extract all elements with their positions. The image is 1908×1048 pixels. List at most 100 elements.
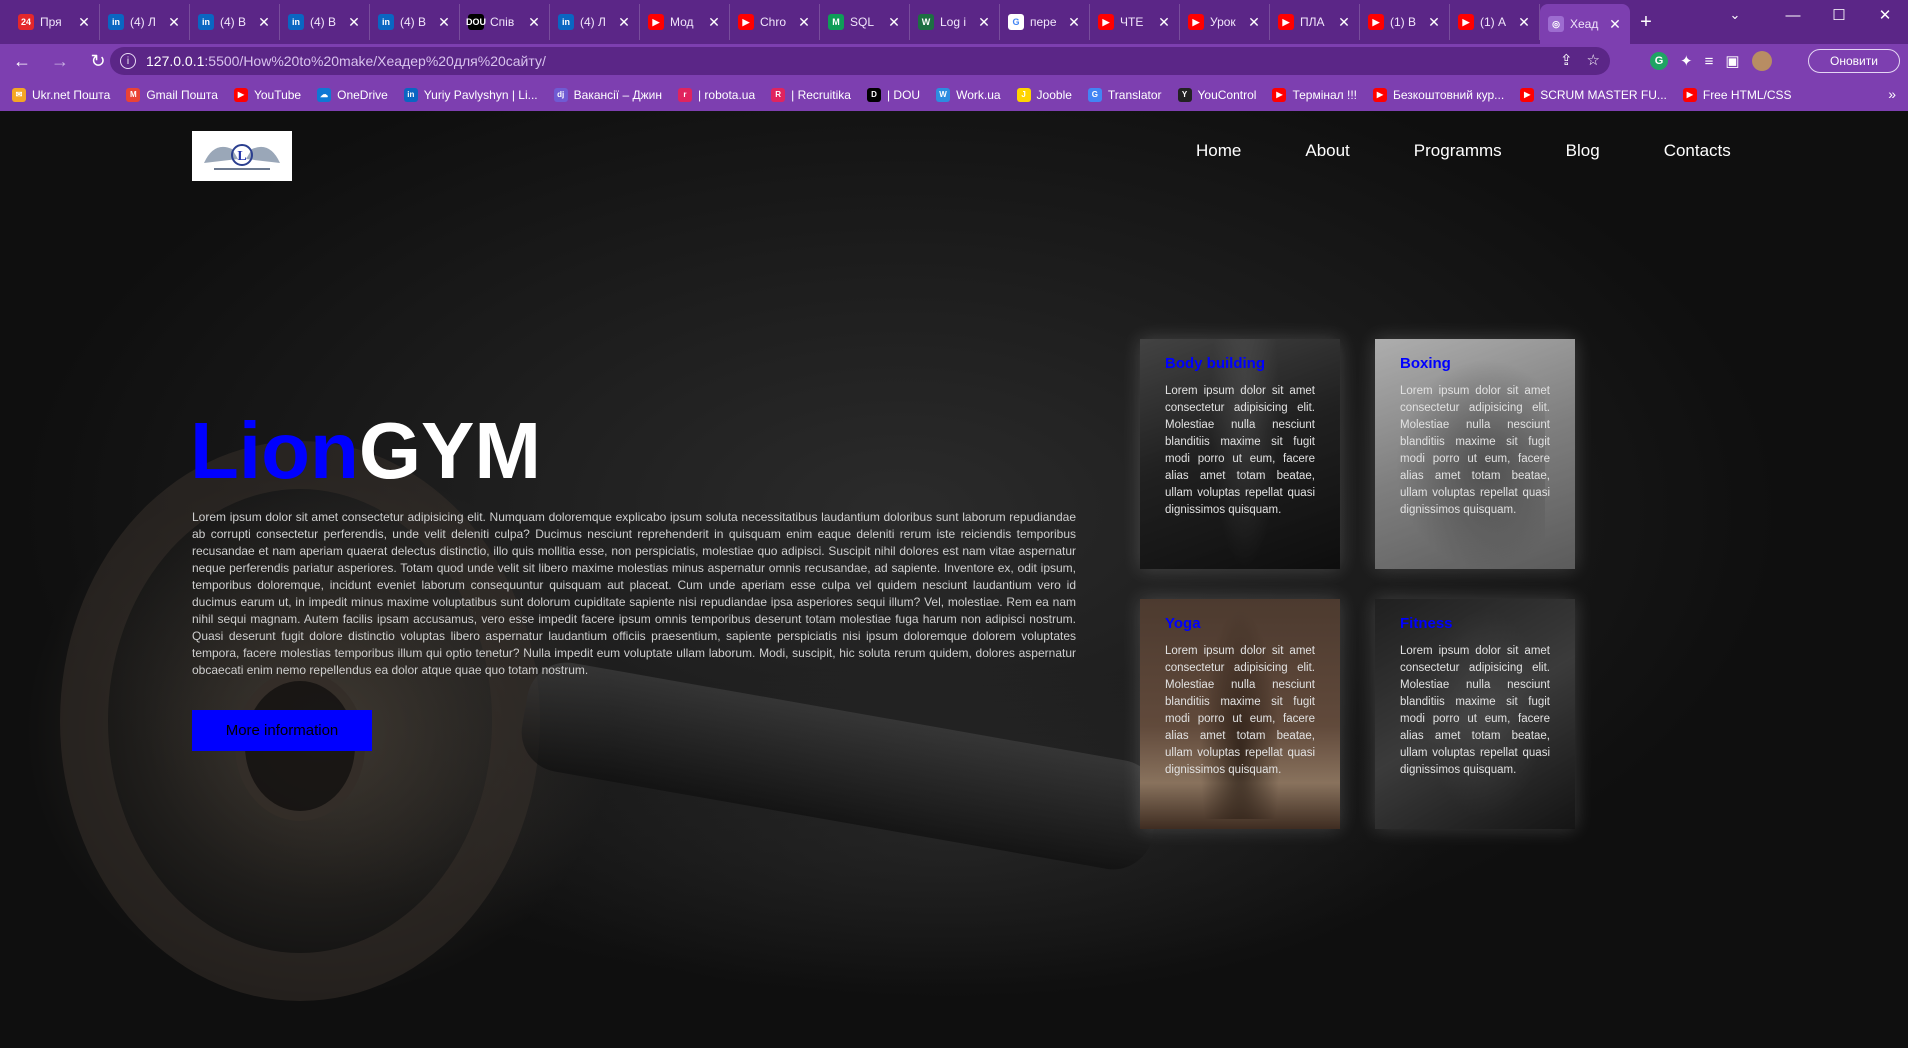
tab-close-icon[interactable]: ✕ — [1427, 14, 1441, 31]
tab-close-icon[interactable]: ✕ — [77, 14, 91, 31]
bookmark-item[interactable]: ☁ OneDrive — [317, 87, 388, 102]
tab[interactable]: ▶ Chro ✕ — [730, 4, 820, 40]
tab-title: (4) В — [310, 15, 337, 29]
bookmark-item[interactable]: ▶ Безкоштовний кур... — [1373, 87, 1504, 102]
grammarly-icon[interactable]: G — [1650, 52, 1668, 70]
tab-strip: 24 Пря ✕ in (4) Л ✕ in (4) В ✕ in (4) В ✕ in (4) В ✕ DO… — [0, 0, 1908, 44]
tab-close-icon[interactable]: ✕ — [617, 14, 631, 31]
tab-title: ПЛА — [1300, 15, 1325, 29]
tab[interactable]: in (4) Л ✕ — [100, 4, 190, 40]
tab[interactable]: ▶ (1) А ✕ — [1450, 4, 1540, 40]
tab[interactable]: ▶ (1) В ✕ — [1360, 4, 1450, 40]
card-fitness[interactable]: Fitness Lorem ipsum dolor sit amet conse… — [1375, 599, 1575, 829]
tab-close-icon[interactable]: ✕ — [1517, 14, 1531, 31]
tab-title: Log i — [940, 15, 967, 29]
tab[interactable]: ▶ Урок ✕ — [1180, 4, 1270, 40]
window-controls: — ☐ ✕ — [1770, 0, 1908, 30]
bookmark-item[interactable]: r | robota.ua — [677, 87, 755, 102]
bookmark-item[interactable]: ▶ Free HTML/CSS — [1682, 87, 1792, 102]
back-icon[interactable]: ← — [6, 45, 38, 77]
bookmark-favicon-icon: r — [677, 87, 692, 102]
tab[interactable]: ▶ ПЛА ✕ — [1270, 4, 1360, 40]
tab-close-icon[interactable]: ✕ — [797, 14, 811, 31]
tab-title: (4) Л — [130, 15, 156, 29]
bookmark-star-icon[interactable]: ☆ — [1587, 51, 1600, 69]
nav-contacts[interactable]: Contacts — [1664, 117, 1763, 185]
linkedin-icon: in — [378, 14, 394, 30]
tab[interactable]: ▶ ЧТЕ ✕ — [1090, 4, 1180, 40]
dou-icon: DOU — [466, 14, 486, 30]
tab-active[interactable]: ◎ Хеад ✕ — [1540, 4, 1630, 44]
nav-home[interactable]: Home — [1196, 117, 1273, 185]
tab-close-icon[interactable]: ✕ — [1067, 14, 1081, 31]
tab-close-icon[interactable]: ✕ — [1608, 16, 1622, 33]
tab[interactable]: in (4) Л ✕ — [550, 4, 640, 40]
minimize-icon[interactable]: — — [1770, 0, 1816, 30]
tab[interactable]: in (4) В ✕ — [280, 4, 370, 40]
side-panel-icon[interactable]: ▣ — [1725, 52, 1739, 70]
site-logo[interactable]: L — [192, 131, 292, 181]
bookmark-label: Термінал !!! — [1292, 87, 1357, 102]
tab-close-icon[interactable]: ✕ — [1157, 14, 1171, 31]
bookmark-label: Вакансії – Джин — [573, 87, 662, 102]
tab-close-icon[interactable]: ✕ — [347, 14, 361, 31]
nav-about[interactable]: About — [1305, 117, 1381, 185]
bookmarks-overflow-icon[interactable]: » — [1888, 86, 1896, 102]
bookmark-item[interactable]: Y YouControl — [1177, 87, 1256, 102]
more-information-button[interactable]: More information — [192, 710, 372, 751]
tab-close-icon[interactable]: ✕ — [1247, 14, 1261, 31]
bookmark-item[interactable]: ✉ Ukr.net Пошта — [12, 87, 110, 102]
bookmark-item[interactable]: W Work.ua — [936, 87, 1001, 102]
tab[interactable]: 24 Пря ✕ — [10, 4, 100, 40]
tab-search-chevron-icon[interactable]: ⌄ — [1712, 0, 1758, 30]
tab-close-icon[interactable]: ✕ — [167, 14, 181, 31]
bookmark-label: Free HTML/CSS — [1702, 87, 1792, 102]
share-icon[interactable]: ⇪ — [1560, 51, 1573, 69]
tab-close-icon[interactable]: ✕ — [707, 14, 721, 31]
tab[interactable]: W Log i ✕ — [910, 4, 1000, 40]
bookmark-item[interactable]: in Yuriy Pavlyshyn | Li... — [403, 87, 538, 102]
bookmark-item[interactable]: J Jooble — [1016, 87, 1072, 102]
tab-close-icon[interactable]: ✕ — [977, 14, 991, 31]
bookmark-item[interactable]: G Translator — [1087, 87, 1162, 102]
nav-blog[interactable]: Blog — [1566, 117, 1632, 185]
bookmark-item[interactable]: D | DOU — [866, 87, 920, 102]
card-body-building[interactable]: Body building Lorem ipsum dolor sit amet… — [1140, 339, 1340, 569]
tab-close-icon[interactable]: ✕ — [437, 14, 451, 31]
update-button[interactable]: Оновити — [1808, 49, 1900, 73]
card-boxing[interactable]: Boxing Lorem ipsum dolor sit amet consec… — [1375, 339, 1575, 569]
tab[interactable]: in (4) В ✕ — [370, 4, 460, 40]
tab[interactable]: ▶ Мод ✕ — [640, 4, 730, 40]
bookmark-item[interactable]: M Gmail Пошта — [126, 87, 218, 102]
tab-close-icon[interactable]: ✕ — [1337, 14, 1351, 31]
media-control-icon[interactable]: ≡ — [1705, 53, 1714, 70]
bookmark-label: Jooble — [1036, 87, 1072, 102]
card-yoga[interactable]: Yoga Lorem ipsum dolor sit amet consecte… — [1140, 599, 1340, 829]
close-window-icon[interactable]: ✕ — [1862, 0, 1908, 30]
nav-programms[interactable]: Programms — [1414, 117, 1534, 185]
bookmark-item[interactable]: R | Recruitika — [771, 87, 851, 102]
tab[interactable]: M SQL ✕ — [820, 4, 910, 40]
tab[interactable]: DOU Спів ✕ — [460, 4, 550, 40]
maximize-icon[interactable]: ☐ — [1816, 0, 1862, 30]
tab[interactable]: in (4) В ✕ — [190, 4, 280, 40]
bookmark-item[interactable]: ▶ Термінал !!! — [1272, 87, 1357, 102]
youtube-icon: ▶ — [738, 14, 754, 30]
site-info-icon[interactable]: i — [120, 53, 136, 69]
tab-close-icon[interactable]: ✕ — [527, 14, 541, 31]
bookmark-item[interactable]: ▶ YouTube — [233, 87, 301, 102]
extensions-puzzle-icon[interactable]: ✦ — [1680, 52, 1693, 70]
address-bar[interactable]: i 127.0.0.1:5500/How%20to%20make/Хеадер%… — [110, 47, 1610, 75]
tab-close-icon[interactable]: ✕ — [887, 14, 901, 31]
profile-avatar[interactable] — [1751, 51, 1772, 71]
bookmark-favicon-icon: dj — [553, 87, 568, 102]
tab-close-icon[interactable]: ✕ — [257, 14, 271, 31]
bookmark-item[interactable]: ▶ SCRUM MASTER FU... — [1520, 87, 1667, 102]
tab-title: (4) В — [400, 15, 427, 29]
forward-icon[interactable]: → — [44, 45, 76, 77]
tab[interactable]: Gпере ✕ — [1000, 4, 1090, 40]
bookmark-item[interactable]: dj Вакансії – Джин — [553, 87, 662, 102]
main-nav: Home About Programms Blog Contacts — [1196, 117, 1763, 185]
youtube-icon: ▶ — [1188, 14, 1204, 30]
new-tab-button[interactable]: + — [1630, 4, 1662, 40]
